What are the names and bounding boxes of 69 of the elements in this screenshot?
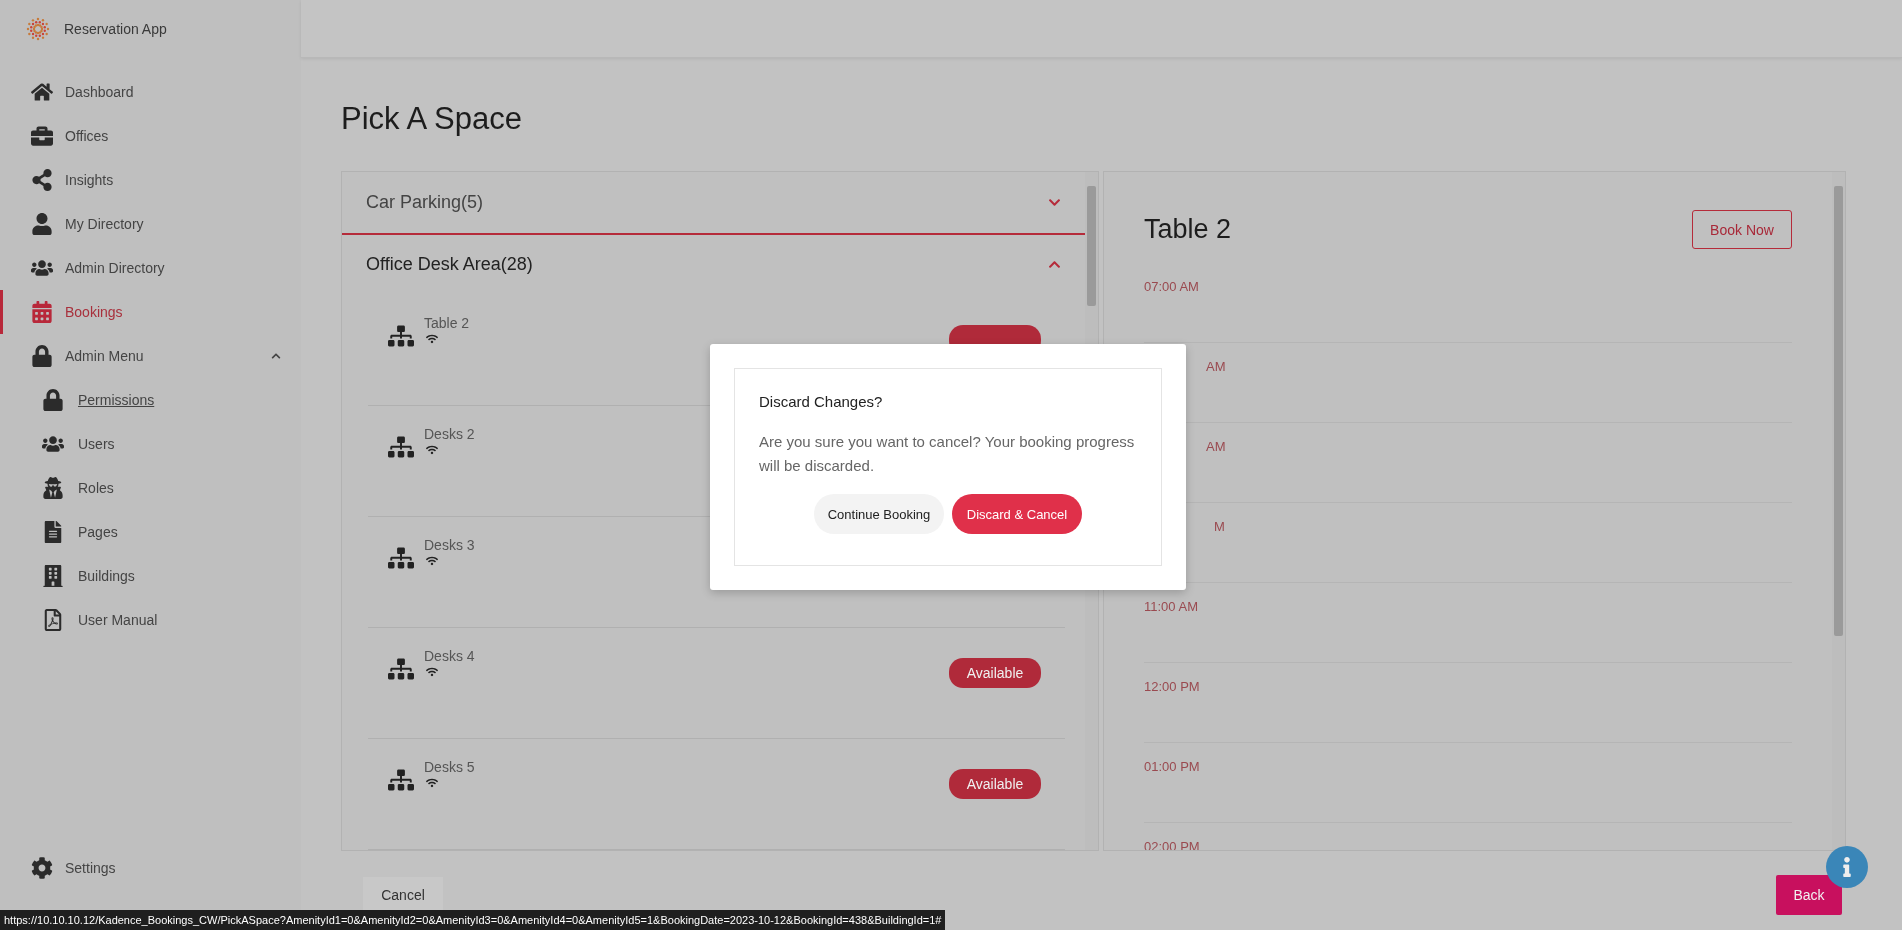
time-slot[interactable]: 12:00 PM xyxy=(1144,679,1200,694)
back-button[interactable]: Back xyxy=(1776,875,1842,915)
sidebar-item[interactable]: Offices xyxy=(0,114,301,158)
lock-icon xyxy=(40,389,66,411)
time-slot[interactable]: AM xyxy=(1206,359,1226,374)
logo-icon xyxy=(26,17,50,41)
book-now-button[interactable]: Book Now xyxy=(1692,210,1792,249)
cancel-button[interactable]: Cancel xyxy=(363,877,443,913)
settings-icon xyxy=(29,857,55,879)
sidebar-subitem[interactable]: User Manual xyxy=(0,598,301,642)
calendar-icon xyxy=(29,301,55,323)
dialog-message: Are you sure you want to cancel? Your booking progress will be discarded. xyxy=(759,432,1136,476)
people-icon xyxy=(29,257,55,279)
time-slot[interactable]: 07:00 AM xyxy=(1144,279,1199,294)
sidebar-item[interactable]: Admin Menu xyxy=(0,334,301,378)
info-button[interactable] xyxy=(1826,846,1868,888)
status-badge: Available xyxy=(949,658,1041,688)
app-name: Reservation App xyxy=(64,21,167,37)
space-name: Desks 3 xyxy=(424,537,475,553)
wifi-icon xyxy=(426,777,438,789)
wifi-icon xyxy=(426,444,438,456)
sidebar-item[interactable]: My Directory xyxy=(0,202,301,246)
wifi-icon xyxy=(426,333,438,345)
chevron-icon xyxy=(271,351,281,361)
discard-button[interactable]: Discard & Cancel xyxy=(952,494,1082,534)
hierarchy-icon xyxy=(388,545,414,571)
dialog-title: Discard Changes? xyxy=(759,393,884,410)
hierarchy-icon xyxy=(388,434,414,460)
section-title: Car Parking(5) xyxy=(366,191,484,213)
menu-label: Admin Menu xyxy=(65,348,144,364)
space-name: Desks 5 xyxy=(424,759,475,775)
wifi-icon xyxy=(426,555,438,567)
briefcase-icon xyxy=(29,125,55,147)
page-title: Pick A Space xyxy=(341,101,523,137)
sidebar-subitem[interactable]: Buildings xyxy=(0,554,301,598)
space-name: Desks 2 xyxy=(424,426,475,442)
time-slot[interactable]: 11:00 AM xyxy=(1144,599,1198,614)
accordion-header[interactable]: Office Desk Area(28) xyxy=(342,234,1085,295)
lock-icon xyxy=(29,345,55,367)
spy-icon xyxy=(40,477,66,499)
people-icon xyxy=(40,433,66,455)
sidebar-item[interactable]: Insights xyxy=(0,158,301,202)
status-badge: Available xyxy=(949,769,1041,799)
section-title: Office Desk Area(28) xyxy=(366,254,533,276)
share-icon xyxy=(29,169,55,191)
space-title: Table 2 xyxy=(1144,214,1232,245)
time-slot[interactable]: AM xyxy=(1206,439,1226,454)
sidebar-item[interactable]: Admin Directory xyxy=(0,246,301,290)
hierarchy-icon xyxy=(388,323,414,349)
building-icon xyxy=(40,565,66,587)
hierarchy-icon xyxy=(388,767,414,793)
home-icon xyxy=(29,81,55,103)
hierarchy-icon xyxy=(388,656,414,682)
sidebar-item[interactable]: Dashboard xyxy=(0,70,301,114)
time-slot[interactable]: M xyxy=(1214,519,1225,534)
person-icon xyxy=(29,213,55,235)
sidebar-subitem[interactable]: Pages xyxy=(0,510,301,554)
sidebar-subitem[interactable]: Permissions xyxy=(0,378,301,422)
sidebar-subitem[interactable]: Users xyxy=(0,422,301,466)
sidebar-subitem[interactable]: Roles xyxy=(0,466,301,510)
space-name: Desks 4 xyxy=(424,648,475,664)
accordion-header[interactable]: Car Parking(5) xyxy=(342,172,1085,235)
wifi-icon xyxy=(426,666,438,678)
time-slot[interactable]: 01:00 PM xyxy=(1144,759,1200,774)
space-name: Table 2 xyxy=(424,315,470,331)
settings-item[interactable]: Settings xyxy=(0,846,301,890)
status-url: https://10.10.10.12/Kadence_Bookings_CW/PickASpace?AmenityId1=0&AmenityId2=0&AmenityId3=0&AmenityId4=0&AmenityId5=1&BookingDate=2023-10-12&BookingId=438&BuildingId=1# xyxy=(0,910,946,930)
sidebar-item[interactable]: Bookings xyxy=(0,290,301,334)
continue-button[interactable]: Continue Booking xyxy=(814,494,944,534)
